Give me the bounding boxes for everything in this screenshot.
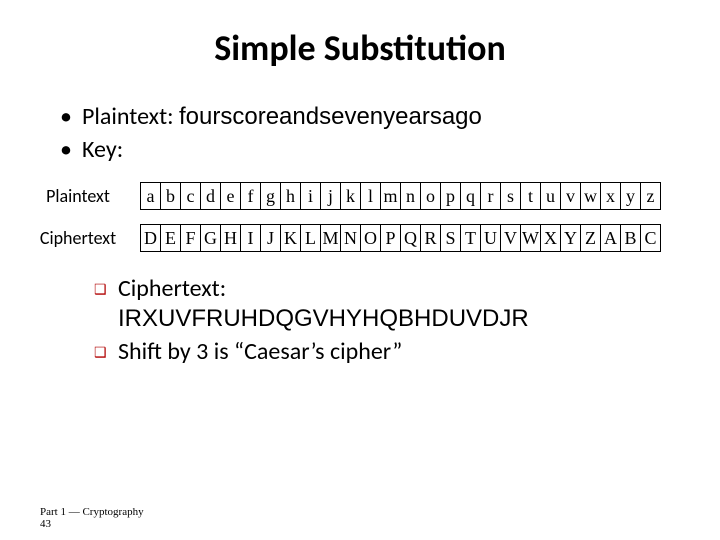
- alpha-cell: D: [141, 225, 161, 252]
- alpha-cell: c: [181, 183, 201, 210]
- alpha-cell: H: [221, 225, 241, 252]
- shift-text: Shift by 3 is “Caesar’s cipher”: [118, 337, 402, 366]
- alpha-cell: b: [161, 183, 181, 210]
- square-bullet-icon: ❑: [94, 344, 118, 361]
- alpha-cell: J: [261, 225, 281, 252]
- alpha-cell: N: [341, 225, 361, 252]
- alpha-cell: M: [321, 225, 341, 252]
- alpha-cell: u: [541, 183, 561, 210]
- ciphertext-row: Ciphertext DEFGHIJKLMNOPQRSTUVWXYZABC: [30, 224, 680, 252]
- key-label: Key:: [82, 135, 123, 164]
- alpha-cell: S: [441, 225, 461, 252]
- alpha-cell: Y: [561, 225, 581, 252]
- alpha-cell: o: [421, 183, 441, 210]
- alpha-cell: B: [621, 225, 641, 252]
- alpha-cell: f: [241, 183, 261, 210]
- alpha-cell: i: [301, 183, 321, 210]
- alpha-cell: s: [501, 183, 521, 210]
- alpha-cell: C: [641, 225, 661, 252]
- slide-title: Simple Substitution: [40, 26, 680, 70]
- sub-bullets: ❑ Ciphertext: IRXUVFRUHDQGVHYHQBHDUVDJR …: [94, 274, 680, 366]
- square-bullet-icon: ❑: [94, 281, 118, 298]
- plaintext-alphabet-table: abcdefghijklmnopqrstuvwxyz: [140, 182, 661, 210]
- alpha-cell: n: [401, 183, 421, 210]
- alpha-cell: L: [301, 225, 321, 252]
- alpha-cell: p: [441, 183, 461, 210]
- alpha-cell: e: [221, 183, 241, 210]
- alpha-cell: E: [161, 225, 181, 252]
- alpha-cell: y: [621, 183, 641, 210]
- plaintext-label: Plaintext:: [82, 102, 179, 131]
- sub-bullet-ciphertext: ❑ Ciphertext:: [94, 274, 680, 303]
- alpha-cell: x: [601, 183, 621, 210]
- ciphertext-label: Ciphertext:: [118, 274, 226, 303]
- plaintext-row-label: Plaintext: [30, 185, 126, 207]
- alpha-cell: a: [141, 183, 161, 210]
- alpha-cell: X: [541, 225, 561, 252]
- alpha-cell: I: [241, 225, 261, 252]
- bullet-text: Plaintext: fourscoreandsevenyearsago: [82, 102, 482, 131]
- alpha-cell: j: [321, 183, 341, 210]
- alpha-cell: V: [501, 225, 521, 252]
- ciphertext-row-label: Ciphertext: [30, 227, 126, 249]
- alpha-cell: z: [641, 183, 661, 210]
- ciphertext-value: IRXUVFRUHDQGVHYHQBHDUVDJR: [118, 305, 680, 333]
- bullet-plaintext: • Plaintext: fourscoreandsevenyearsago: [60, 102, 680, 131]
- alpha-cell: Z: [581, 225, 601, 252]
- alpha-cell: m: [381, 183, 401, 210]
- slide-footer: Part 1 — Cryptography 43: [40, 506, 144, 530]
- top-bullets: • Plaintext: fourscoreandsevenyearsago •…: [60, 102, 680, 164]
- alpha-cell: Q: [401, 225, 421, 252]
- alpha-cell: g: [261, 183, 281, 210]
- plaintext-value: fourscoreandsevenyearsago: [179, 103, 482, 130]
- bullet-dot-icon: •: [60, 135, 82, 164]
- plaintext-row: Plaintext abcdefghijklmnopqrstuvwxyz: [30, 182, 680, 210]
- slide: Simple Substitution • Plaintext: foursco…: [0, 0, 720, 366]
- alpha-cell: R: [421, 225, 441, 252]
- ciphertext-alphabet-table: DEFGHIJKLMNOPQRSTUVWXYZABC: [140, 224, 661, 252]
- bullet-dot-icon: •: [60, 102, 82, 131]
- alpha-cell: P: [381, 225, 401, 252]
- alpha-cell: U: [481, 225, 501, 252]
- sub-bullet-shift: ❑ Shift by 3 is “Caesar’s cipher”: [94, 337, 680, 366]
- alpha-cell: F: [181, 225, 201, 252]
- alpha-cell: w: [581, 183, 601, 210]
- alpha-cell: q: [461, 183, 481, 210]
- bullet-key: • Key:: [60, 135, 680, 164]
- alpha-cell: K: [281, 225, 301, 252]
- alpha-cell: v: [561, 183, 581, 210]
- alpha-cell: T: [461, 225, 481, 252]
- alpha-cell: l: [361, 183, 381, 210]
- alpha-cell: k: [341, 183, 361, 210]
- alpha-cell: h: [281, 183, 301, 210]
- alpha-cell: r: [481, 183, 501, 210]
- alpha-cell: A: [601, 225, 621, 252]
- alpha-cell: G: [201, 225, 221, 252]
- alpha-cell: W: [521, 225, 541, 252]
- alpha-cell: d: [201, 183, 221, 210]
- alpha-cell: O: [361, 225, 381, 252]
- alpha-cell: t: [521, 183, 541, 210]
